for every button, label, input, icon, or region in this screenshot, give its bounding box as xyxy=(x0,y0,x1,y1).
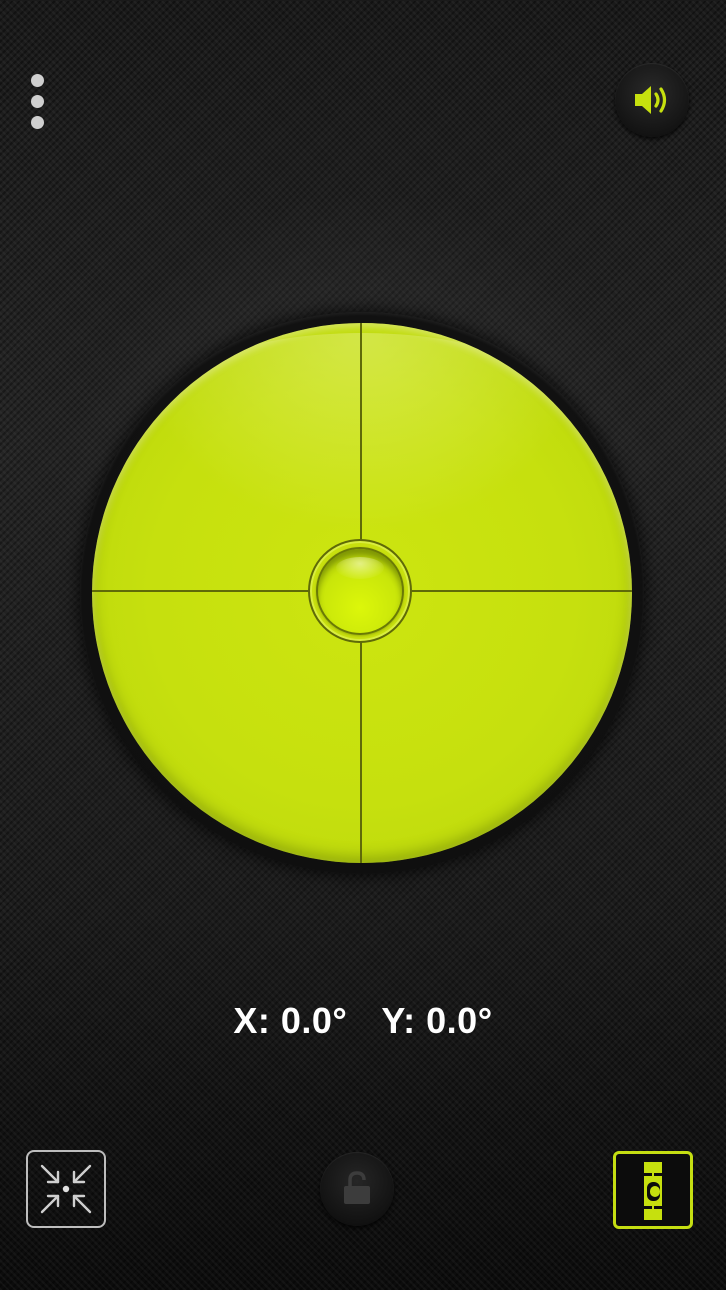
padlock-unlocked-icon xyxy=(344,1171,370,1204)
level-app-screen: X: 0.0° Y: 0.0° xyxy=(0,0,726,1290)
x-angle-value: X: 0.0° xyxy=(233,1000,348,1041)
menu-dot xyxy=(31,95,44,108)
speaker-volume-icon xyxy=(635,86,667,114)
y-angle-value: Y: 0.0° xyxy=(381,1000,493,1041)
more-vertical-icon xyxy=(31,74,44,87)
bar-level-mode-button[interactable] xyxy=(613,1151,693,1229)
level-bubble xyxy=(316,547,404,635)
sound-toggle-button[interactable] xyxy=(615,63,689,137)
level-gloss xyxy=(132,333,592,533)
angle-readout: X: 0.0° Y: 0.0° xyxy=(0,1000,726,1042)
bar-level-icon xyxy=(644,1162,662,1220)
overflow-menu-button[interactable] xyxy=(18,66,58,136)
menu-dot xyxy=(31,116,44,129)
calibrate-button[interactable] xyxy=(26,1150,106,1228)
lock-toggle-button[interactable] xyxy=(320,1152,394,1226)
calibrate-arrows-icon xyxy=(40,1164,92,1214)
bubble-highlight xyxy=(336,557,384,579)
bullseye-level xyxy=(92,323,632,863)
